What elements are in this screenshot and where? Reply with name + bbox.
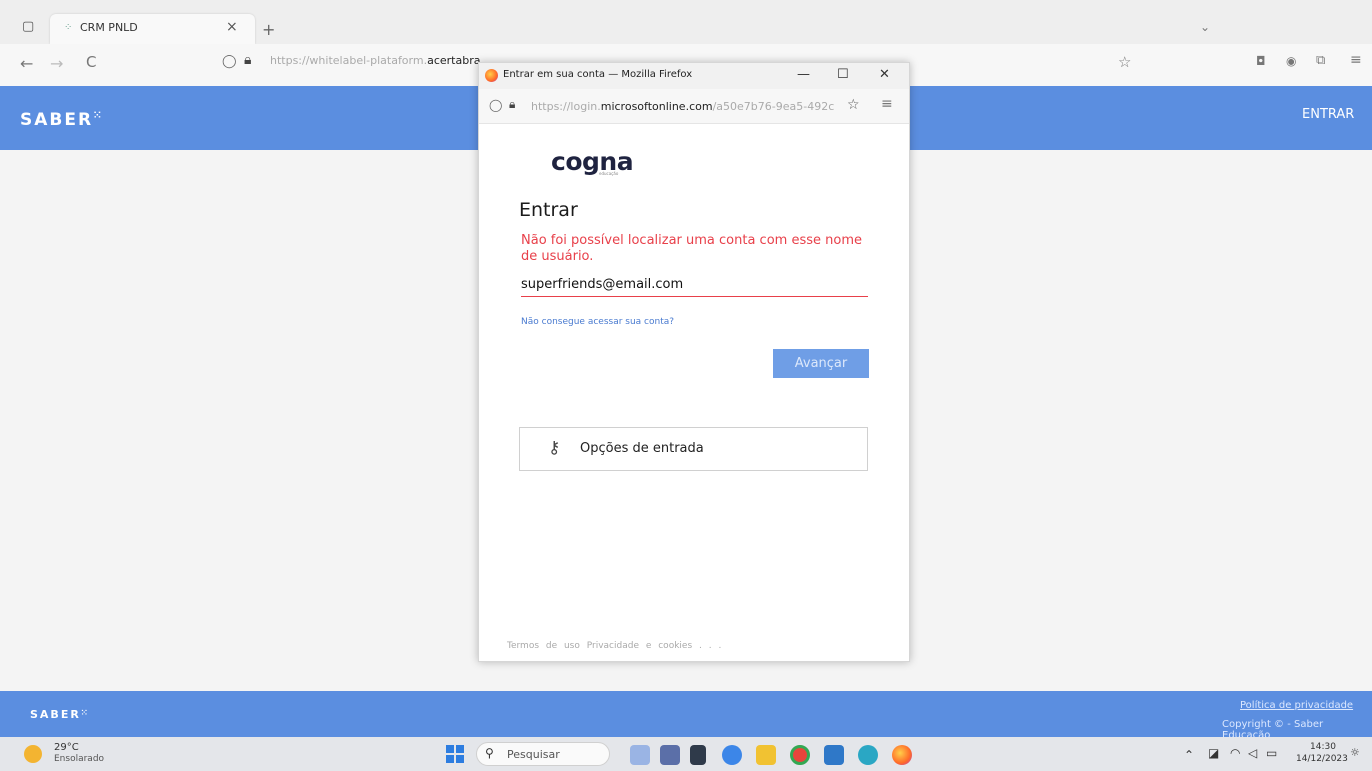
site-favicon-icon: ⁘ bbox=[64, 22, 73, 33]
footer-logo: SABER⁙ bbox=[30, 708, 90, 721]
popup-address-bar[interactable]: ◯ 🔒︎ https://login.microsoftonline.com/a… bbox=[479, 89, 909, 124]
address-bar[interactable]: https://whitelabel-plataform.acertabra bbox=[270, 54, 480, 67]
reload-button[interactable]: C bbox=[86, 53, 96, 71]
close-window-button[interactable]: ✕ bbox=[879, 67, 890, 82]
popup-url-prefix: https://login. bbox=[531, 100, 601, 113]
clock-time[interactable]: 14:30 bbox=[1310, 742, 1336, 752]
signin-options-label: Opções de entrada bbox=[580, 441, 704, 456]
tab-title: CRM PNLD bbox=[80, 21, 138, 34]
cogna-logo-subtitle: educação bbox=[599, 171, 619, 176]
header-login-link[interactable]: ENTRAR bbox=[1302, 107, 1354, 122]
weather-temperature[interactable]: 29°C bbox=[54, 742, 79, 753]
clock-date[interactable]: 14/12/2023 bbox=[1296, 754, 1348, 764]
error-message: Não foi possível localizar uma conta com… bbox=[521, 233, 862, 264]
widgets-app-icon[interactable] bbox=[630, 745, 650, 765]
new-tab-button[interactable]: + bbox=[262, 20, 275, 39]
edge-dev-app-icon[interactable] bbox=[858, 745, 878, 765]
footer-logo-text: SABER bbox=[30, 708, 81, 721]
shield-icon[interactable]: ◯ bbox=[222, 54, 237, 69]
email-field[interactable] bbox=[521, 272, 868, 297]
tray-app-icon[interactable]: ◪ bbox=[1208, 746, 1219, 760]
cant-access-account-link[interactable]: Não consegue acessar sua conta? bbox=[521, 317, 674, 327]
lock-icon[interactable]: 🔒︎ bbox=[509, 97, 515, 112]
signin-heading: Entrar bbox=[519, 199, 578, 221]
list-all-tabs-icon[interactable]: ⌄ bbox=[1200, 20, 1210, 34]
firefox-icon bbox=[485, 69, 498, 82]
store-app-icon[interactable] bbox=[824, 745, 844, 765]
popup-footer-links[interactable]: Termos de uso Privacidade e cookies . . … bbox=[507, 641, 721, 651]
shield-icon[interactable]: ◯ bbox=[489, 98, 502, 112]
minimize-button[interactable]: — bbox=[797, 67, 810, 82]
tab-crm-pnld[interactable]: ⁘ CRM PNLD × bbox=[50, 14, 255, 44]
footer-dots-icon: ⁙ bbox=[80, 708, 90, 717]
tab-overview-icon[interactable]: ▢ bbox=[22, 20, 36, 34]
search-label: Pesquisar bbox=[507, 748, 560, 761]
start-button[interactable] bbox=[446, 745, 464, 763]
bookmark-star-icon[interactable]: ☆ bbox=[1118, 53, 1131, 71]
saber-dots-icon: ⁙ bbox=[93, 110, 102, 121]
copilot-app-icon[interactable] bbox=[660, 745, 680, 765]
weather-sun-icon[interactable] bbox=[24, 745, 42, 763]
search-icon: ⚲ bbox=[485, 746, 494, 760]
back-button[interactable]: ← bbox=[20, 54, 33, 73]
forward-button[interactable]: → bbox=[50, 54, 63, 73]
notifications-icon[interactable]: ☼ bbox=[1350, 746, 1360, 759]
popup-url-suffix: /a50e7b76-9ea5-492c bbox=[712, 100, 835, 113]
weather-condition[interactable]: Ensolarado bbox=[54, 754, 104, 764]
maximize-button[interactable]: ☐ bbox=[837, 67, 849, 82]
next-button[interactable]: Avançar bbox=[773, 349, 869, 378]
popup-url: https://login.microsoftonline.com/a50e7b… bbox=[531, 100, 834, 113]
lock-icon[interactable]: 🔒︎ bbox=[244, 52, 251, 68]
taskview-app-icon[interactable] bbox=[690, 745, 706, 765]
saber-logo-text: SABER bbox=[20, 110, 94, 130]
cogna-logo: cogna bbox=[551, 147, 634, 176]
wifi-icon[interactable]: ◠ bbox=[1230, 746, 1240, 760]
menu-icon[interactable]: ≡ bbox=[1350, 52, 1362, 68]
pocket-icon[interactable]: ◘ bbox=[1256, 54, 1266, 68]
url-prefix: https://whitelabel-plataform. bbox=[270, 54, 428, 67]
tray-chevron-icon[interactable]: ⌃ bbox=[1184, 748, 1194, 762]
edge-app-icon[interactable] bbox=[722, 745, 742, 765]
saber-logo[interactable]: SABER⁙ bbox=[20, 110, 101, 130]
signin-options-button[interactable]: ⚷ Opções de entrada bbox=[519, 427, 868, 471]
signin-popup-window: Entrar em sua conta — Mozilla Firefox — … bbox=[478, 62, 910, 662]
volume-icon[interactable]: ◁ bbox=[1248, 746, 1257, 760]
taskbar-search[interactable]: ⚲ Pesquisar bbox=[476, 742, 610, 766]
extensions-icon[interactable]: ⧉ bbox=[1316, 53, 1325, 68]
site-footer bbox=[0, 691, 1372, 737]
chrome-app-icon[interactable] bbox=[790, 745, 810, 765]
windows-taskbar bbox=[0, 737, 1372, 771]
battery-icon[interactable]: ▭ bbox=[1266, 746, 1277, 760]
popup-url-host: microsoftonline.com bbox=[600, 100, 713, 113]
reader-view-icon[interactable]: ≡ bbox=[881, 96, 893, 112]
popup-title-bar: Entrar em sua conta — Mozilla Firefox — … bbox=[479, 63, 909, 89]
key-icon: ⚷ bbox=[548, 438, 561, 458]
popup-window-title: Entrar em sua conta — Mozilla Firefox bbox=[503, 69, 693, 80]
tab-close-icon[interactable]: × bbox=[226, 19, 238, 35]
bookmark-star-icon[interactable]: ☆ bbox=[847, 97, 860, 113]
privacy-policy-link[interactable]: Política de privacidade bbox=[1240, 700, 1353, 711]
file-explorer-icon[interactable] bbox=[756, 745, 776, 765]
account-icon[interactable]: ◉ bbox=[1286, 54, 1296, 68]
url-host: acertabra bbox=[427, 54, 481, 67]
firefox-app-icon[interactable] bbox=[892, 745, 912, 765]
